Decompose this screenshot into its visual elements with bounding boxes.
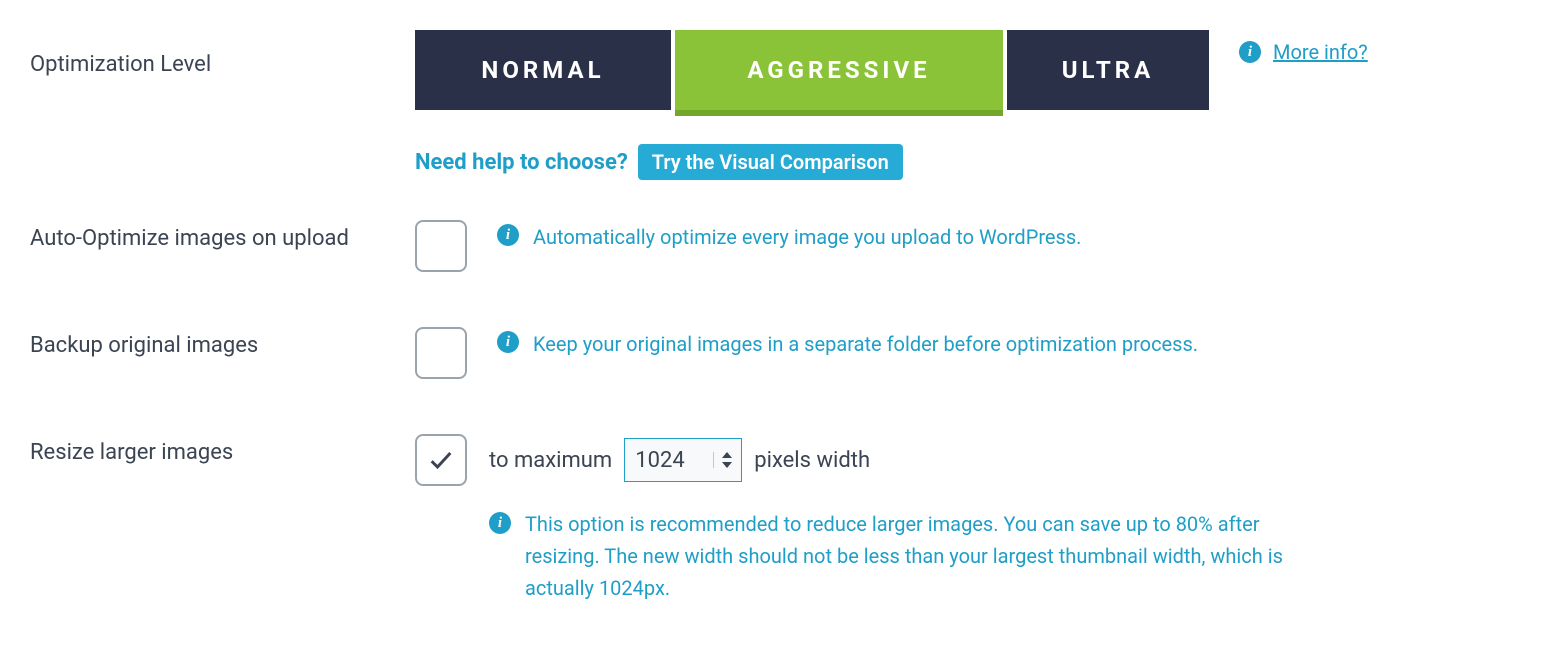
level-normal-button[interactable]: NORMAL	[415, 30, 671, 110]
resize-width-input[interactable]: 1024	[624, 438, 742, 482]
info-icon: i	[497, 331, 519, 353]
level-ultra-button[interactable]: ULTRA	[1007, 30, 1209, 110]
auto-optimize-label: Auto-Optimize images on upload	[30, 220, 415, 251]
stepper-down-icon[interactable]	[722, 462, 732, 468]
optimization-level-group: NORMAL AGGRESSIVE ULTRA	[415, 30, 1213, 110]
visual-comparison-button[interactable]: Try the Visual Comparison	[638, 144, 903, 180]
resize-checkbox[interactable]	[415, 434, 467, 486]
auto-optimize-checkbox[interactable]	[415, 220, 467, 272]
resize-label: Resize larger images	[30, 434, 415, 465]
resize-prefix-text: to maximum	[489, 448, 612, 473]
help-choose-text: Need help to choose?	[415, 150, 628, 175]
info-icon: i	[489, 512, 511, 534]
resize-width-value: 1024	[635, 448, 684, 473]
backup-label: Backup original images	[30, 327, 415, 358]
number-stepper	[713, 452, 735, 468]
info-icon: i	[1239, 41, 1261, 63]
resize-suffix-text: pixels width	[754, 448, 870, 473]
more-info-link[interactable]: More info?	[1273, 40, 1368, 64]
backup-description: Keep your original images in a separate …	[533, 329, 1198, 359]
info-icon: i	[497, 224, 519, 246]
level-aggressive-button[interactable]: AGGRESSIVE	[675, 30, 1003, 110]
stepper-up-icon[interactable]	[722, 452, 732, 458]
auto-optimize-description: Automatically optimize every image you u…	[533, 222, 1081, 252]
resize-description: This option is recommended to reduce lar…	[525, 508, 1335, 604]
optimization-level-label: Optimization Level	[30, 30, 415, 77]
backup-checkbox[interactable]	[415, 327, 467, 379]
